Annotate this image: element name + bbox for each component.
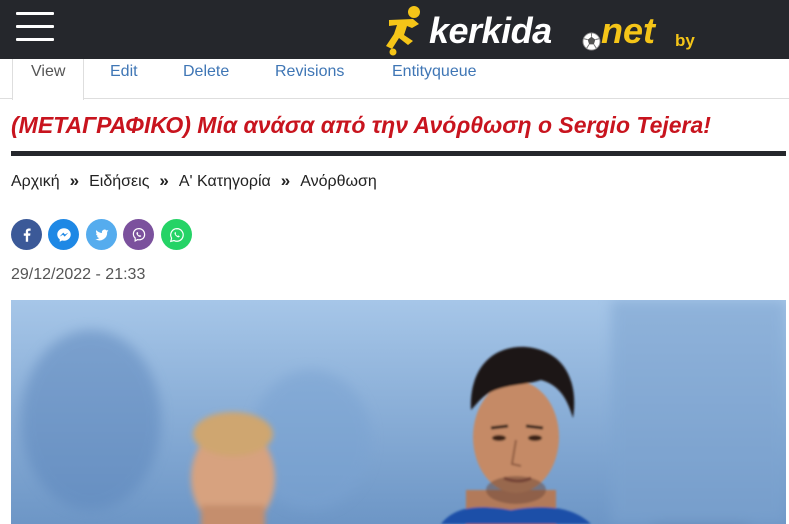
tab-view[interactable]: View xyxy=(12,59,85,100)
site-header: kerkida net by xyxy=(0,0,789,59)
viber-share-button[interactable] xyxy=(123,219,154,250)
tab-delete[interactable]: Delete xyxy=(183,59,229,99)
breadcrumb-home[interactable]: Αρχική xyxy=(11,173,60,190)
player-logo-icon xyxy=(386,6,420,56)
twitter-share-button[interactable] xyxy=(86,219,117,250)
viber-icon xyxy=(132,227,145,242)
tab-revisions[interactable]: Revisions xyxy=(275,59,344,99)
messenger-share-button[interactable] xyxy=(48,219,79,250)
logo-text-kerkida: kerkida xyxy=(429,10,552,51)
breadcrumb-anorthosis[interactable]: Ανόρθωση xyxy=(300,173,377,190)
twitter-icon xyxy=(94,229,109,240)
article-photo xyxy=(11,300,786,524)
logo-text-by: by xyxy=(675,31,695,50)
messenger-icon xyxy=(56,227,71,242)
logo-text-net: net xyxy=(601,10,655,51)
hamburger-menu-icon[interactable] xyxy=(16,12,54,42)
breadcrumb-separator: » xyxy=(69,171,80,190)
tab-entityqueue[interactable]: Entityqueue xyxy=(392,59,477,99)
admin-tabs: View Edit Delete Revisions Entityqueue xyxy=(0,59,789,100)
breadcrumb-first-division[interactable]: Α' Κατηγορία xyxy=(179,173,271,190)
breadcrumb: Αρχική » Ειδήσεις » Α' Κατηγορία » Ανόρθωση xyxy=(11,171,377,193)
publish-date: 29/12/2022 - 21:33 xyxy=(11,266,146,283)
breadcrumb-separator: » xyxy=(159,171,169,190)
facebook-share-button[interactable] xyxy=(11,219,42,250)
whatsapp-share-button[interactable] xyxy=(161,219,192,250)
facebook-icon xyxy=(23,227,31,242)
football-icon xyxy=(582,32,601,51)
breadcrumb-news[interactable]: Ειδήσεις xyxy=(89,173,149,190)
breadcrumb-separator: » xyxy=(280,171,291,190)
title-divider xyxy=(11,151,786,156)
page-title: (ΜΕΤΑΓΡΑΦΙΚΟ) Μία ανάσα από την Ανόρθωση… xyxy=(11,112,711,138)
site-logo[interactable]: kerkida net by xyxy=(383,4,703,56)
whatsapp-icon xyxy=(169,227,184,242)
tab-edit[interactable]: Edit xyxy=(110,59,138,99)
article-photo-image xyxy=(11,300,786,524)
